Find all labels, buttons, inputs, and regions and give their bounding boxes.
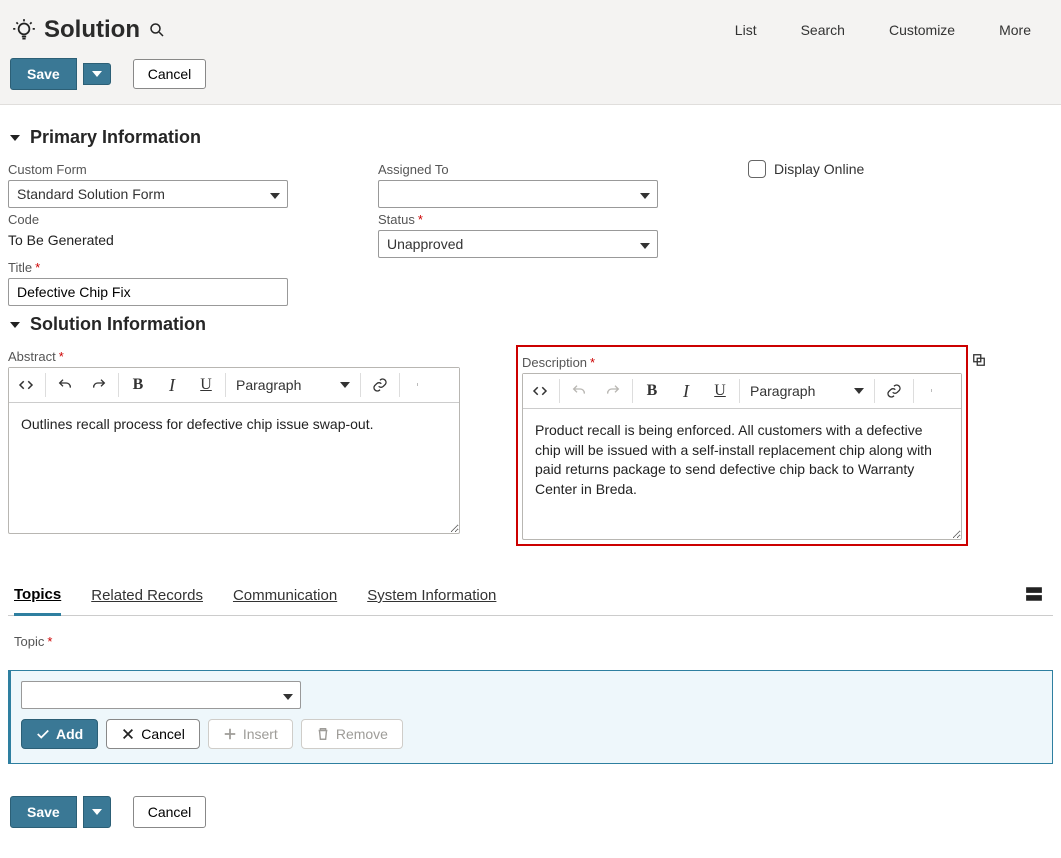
underline-icon[interactable]: U bbox=[703, 374, 737, 408]
status-label: Status* bbox=[378, 212, 728, 227]
undo-icon bbox=[562, 374, 596, 408]
redo-icon[interactable] bbox=[82, 368, 116, 402]
more-icon[interactable] bbox=[916, 374, 950, 408]
chevron-down-icon bbox=[8, 318, 22, 332]
link-icon[interactable] bbox=[363, 368, 397, 402]
section-primary-info-header[interactable]: Primary Information bbox=[8, 127, 1053, 148]
save-button[interactable]: Save bbox=[10, 58, 77, 90]
save-button-footer[interactable]: Save bbox=[10, 796, 77, 828]
rows-view-icon[interactable] bbox=[1021, 581, 1047, 610]
custom-form-select[interactable]: Standard Solution Form bbox=[8, 180, 288, 208]
abstract-label: Abstract* bbox=[8, 349, 460, 364]
description-label: Description* bbox=[522, 355, 962, 370]
redo-icon bbox=[596, 374, 630, 408]
status-select[interactable]: Unapproved bbox=[378, 230, 658, 258]
content-area: Primary Information Custom Form Standard… bbox=[0, 105, 1061, 778]
save-dropdown-caret-footer[interactable] bbox=[83, 796, 111, 828]
section-solution-info-header[interactable]: Solution Information bbox=[8, 314, 1053, 335]
title-label: Title* bbox=[8, 260, 358, 275]
nav-list[interactable]: List bbox=[735, 22, 757, 38]
italic-icon[interactable]: I bbox=[669, 374, 703, 408]
description-editor: B I U Paragraph Product recall is being … bbox=[522, 373, 962, 540]
abstract-textarea[interactable]: Outlines recall process for defective ch… bbox=[9, 403, 459, 533]
italic-icon[interactable]: I bbox=[155, 368, 189, 402]
add-button[interactable]: Add bbox=[21, 719, 98, 749]
search-icon[interactable] bbox=[148, 21, 166, 39]
title-row: Solution List Search Customize More bbox=[10, 10, 1051, 50]
close-icon bbox=[121, 727, 135, 741]
page-title: Solution bbox=[44, 16, 140, 44]
title-input[interactable] bbox=[8, 278, 288, 306]
remove-button: Remove bbox=[301, 719, 403, 749]
display-online-checkbox[interactable] bbox=[748, 160, 766, 178]
more-icon[interactable] bbox=[402, 368, 436, 402]
top-nav: List Search Customize More bbox=[735, 22, 1051, 38]
cancel-row-button[interactable]: Cancel bbox=[106, 719, 200, 749]
assigned-to-label: Assigned To bbox=[378, 162, 728, 177]
header-bar: Solution List Search Customize More Save… bbox=[0, 0, 1061, 105]
abstract-editor: B I U Paragraph Outlines recall process … bbox=[8, 367, 460, 534]
source-icon[interactable] bbox=[9, 368, 43, 402]
tab-communication[interactable]: Communication bbox=[233, 577, 337, 614]
topic-label: Topic* bbox=[14, 634, 1047, 649]
trash-icon bbox=[316, 727, 330, 741]
assigned-to-select[interactable] bbox=[378, 180, 658, 208]
nav-more[interactable]: More bbox=[999, 22, 1031, 38]
tab-system-information[interactable]: System Information bbox=[367, 577, 496, 614]
section-title-primary: Primary Information bbox=[30, 127, 201, 148]
undo-icon[interactable] bbox=[48, 368, 82, 402]
tab-topics[interactable]: Topics bbox=[14, 576, 61, 616]
insert-button: Insert bbox=[208, 719, 293, 749]
code-value: To Be Generated bbox=[8, 230, 358, 256]
nav-search[interactable]: Search bbox=[801, 22, 845, 38]
bold-icon[interactable]: B bbox=[121, 368, 155, 402]
topic-select[interactable] bbox=[21, 681, 301, 709]
code-label: Code bbox=[8, 212, 358, 227]
tab-related-records[interactable]: Related Records bbox=[91, 577, 203, 614]
description-textarea[interactable]: Product recall is being enforced. All cu… bbox=[523, 409, 961, 539]
section-title-solution: Solution Information bbox=[30, 314, 206, 335]
plus-icon bbox=[223, 727, 237, 741]
source-icon[interactable] bbox=[523, 374, 557, 408]
underline-icon[interactable]: U bbox=[189, 368, 223, 402]
format-select[interactable]: Paragraph bbox=[742, 374, 872, 408]
save-dropdown-caret[interactable] bbox=[83, 63, 111, 85]
check-icon bbox=[36, 727, 50, 741]
topic-subform: Add Cancel Insert Remove bbox=[8, 670, 1053, 764]
format-select[interactable]: Paragraph bbox=[228, 368, 358, 402]
bottom-button-row: Save Cancel bbox=[0, 778, 1061, 858]
top-button-row: Save Cancel bbox=[10, 58, 1051, 90]
bold-icon[interactable]: B bbox=[635, 374, 669, 408]
cancel-button-footer[interactable]: Cancel bbox=[133, 796, 207, 828]
chevron-down-icon bbox=[8, 131, 22, 145]
display-online-label: Display Online bbox=[774, 161, 864, 177]
cancel-button[interactable]: Cancel bbox=[133, 59, 207, 89]
expand-icon[interactable] bbox=[972, 353, 988, 546]
link-icon[interactable] bbox=[877, 374, 911, 408]
solution-icon bbox=[10, 16, 38, 44]
custom-form-label: Custom Form bbox=[8, 162, 358, 177]
tabs: Topics Related Records Communication Sys… bbox=[8, 576, 1053, 616]
description-toolbar: B I U Paragraph bbox=[523, 374, 961, 409]
abstract-toolbar: B I U Paragraph bbox=[9, 368, 459, 403]
nav-customize[interactable]: Customize bbox=[889, 22, 955, 38]
